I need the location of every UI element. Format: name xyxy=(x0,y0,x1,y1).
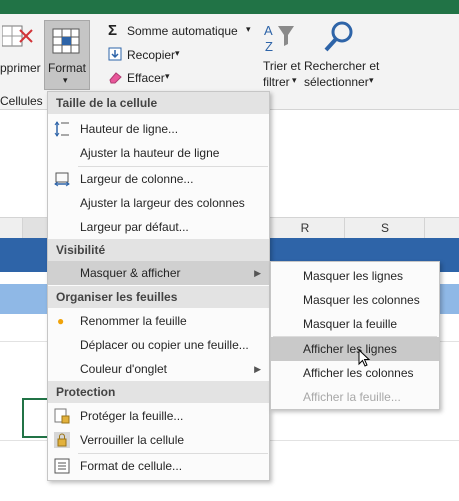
format-button-label: Format xyxy=(48,61,87,75)
menu-item-largeur-defaut[interactable]: Largeur par défaut... xyxy=(48,215,269,239)
submenu-item-label: Afficher les lignes xyxy=(303,342,397,356)
masquer-afficher-submenu: Masquer les lignes Masquer les colonnes … xyxy=(270,261,440,410)
menu-item-label: Largeur par défaut... xyxy=(80,220,189,234)
chevron-down-icon[interactable]: ▾ xyxy=(246,24,251,35)
menu-item-label: Ajuster la largeur des colonnes xyxy=(80,196,245,210)
eraser-icon xyxy=(109,72,122,84)
chevron-down-icon[interactable]: ▾ xyxy=(165,71,170,82)
sigma-icon: Σ xyxy=(108,22,118,39)
menu-item-verrouiller-cellule[interactable]: Verrouiller la cellule xyxy=(48,428,269,452)
lock-cell-icon xyxy=(54,432,70,448)
submenu-item-afficher-colonnes[interactable]: Afficher les colonnes xyxy=(271,361,439,385)
section-organiser-feuilles: Organiser les feuilles xyxy=(48,286,269,308)
menu-item-label: Format de cellule... xyxy=(80,459,183,473)
menu-item-label: Ajuster la hauteur de ligne xyxy=(80,146,220,160)
section-taille-cellule: Taille de la cellule xyxy=(48,92,269,114)
menu-item-couleur-onglet[interactable]: Couleur d'onglet ▶ xyxy=(48,357,269,381)
recopier-label[interactable]: Recopier xyxy=(127,48,175,62)
menu-item-deplacer-copier[interactable]: Déplacer ou copier une feuille... xyxy=(48,333,269,357)
trier-label-line1[interactable]: Trier et xyxy=(263,59,301,73)
menu-item-hauteur-ligne[interactable]: Hauteur de ligne... xyxy=(48,117,269,141)
chevron-down-icon[interactable]: ▾ xyxy=(292,75,297,86)
svg-text:A: A xyxy=(264,23,273,38)
menu-item-label: Hauteur de ligne... xyxy=(80,122,179,136)
chevron-right-icon: ▶ xyxy=(254,268,261,278)
svg-text:Z: Z xyxy=(265,39,273,54)
column-width-icon xyxy=(54,172,70,187)
search-icon xyxy=(324,21,353,52)
submenu-item-masquer-colonnes[interactable]: Masquer les colonnes xyxy=(271,288,439,312)
rechercher-label-line2[interactable]: sélectionner xyxy=(304,75,369,89)
mouse-cursor-icon xyxy=(358,349,371,367)
bullet-icon: ● xyxy=(57,314,65,328)
effacer-label[interactable]: Effacer xyxy=(127,71,165,85)
menu-item-label: Protéger la feuille... xyxy=(80,409,184,423)
excel-title-bar xyxy=(0,0,459,14)
menu-item-label: Couleur d'onglet xyxy=(80,362,168,376)
submenu-item-masquer-lignes[interactable]: Masquer les lignes xyxy=(271,264,439,288)
menu-item-label: Déplacer ou copier une feuille... xyxy=(80,338,249,352)
format-icon xyxy=(52,28,80,54)
format-cells-icon xyxy=(54,458,70,474)
delete-cells-icon xyxy=(2,25,33,47)
format-dropdown-menu: Taille de la cellule Hauteur de ligne...… xyxy=(47,91,270,481)
submenu-item-label: Masquer les colonnes xyxy=(303,293,420,307)
format-button[interactable]: Format ▾ xyxy=(44,20,90,90)
menu-item-label: Masquer & afficher xyxy=(80,266,181,280)
submenu-item-label: Masquer la feuille xyxy=(303,317,398,331)
section-visibilite: Visibilité xyxy=(48,239,269,261)
fill-down-icon xyxy=(108,47,122,61)
protect-sheet-icon xyxy=(54,408,70,424)
menu-item-proteger-feuille[interactable]: Protéger la feuille... xyxy=(48,404,269,428)
supprimer-button-label[interactable]: pprimer xyxy=(0,61,41,75)
rechercher-label-line1[interactable]: Rechercher et xyxy=(304,59,379,73)
column-header-r[interactable]: R xyxy=(264,218,345,238)
menu-item-largeur-colonne[interactable]: Largeur de colonne... xyxy=(48,167,269,191)
somme-automatique-label[interactable]: Somme automatique xyxy=(127,24,238,38)
menu-item-format-cellule[interactable]: Format de cellule... xyxy=(48,454,269,478)
menu-item-label: Renommer la feuille xyxy=(80,314,187,328)
trier-label-line2[interactable]: filtrer xyxy=(263,75,290,89)
sort-filter-icon: A Z xyxy=(264,23,294,54)
submenu-item-afficher-feuille: Afficher la feuille... xyxy=(271,385,439,409)
menu-item-masquer-afficher[interactable]: Masquer & afficher ▶ xyxy=(48,261,269,285)
chevron-down-icon[interactable]: ▾ xyxy=(369,75,374,86)
row-height-icon xyxy=(54,121,69,137)
submenu-item-label: Masquer les lignes xyxy=(303,269,404,283)
submenu-item-afficher-lignes[interactable]: Afficher les lignes xyxy=(271,337,439,361)
submenu-item-masquer-feuille[interactable]: Masquer la feuille xyxy=(271,312,439,336)
menu-item-ajuster-hauteur[interactable]: Ajuster la hauteur de ligne xyxy=(48,141,269,165)
menu-item-label: Largeur de colonne... xyxy=(80,172,194,186)
menu-item-renommer-feuille[interactable]: ● Renommer la feuille xyxy=(48,309,269,333)
cellules-group-label: Cellules xyxy=(0,94,43,108)
section-protection: Protection xyxy=(48,381,269,403)
chevron-down-icon: ▾ xyxy=(63,75,68,85)
menu-item-ajuster-largeur[interactable]: Ajuster la largeur des colonnes xyxy=(48,191,269,215)
chevron-right-icon: ▶ xyxy=(254,364,261,374)
column-header-t[interactable] xyxy=(424,218,459,238)
chevron-down-icon[interactable]: ▾ xyxy=(175,48,180,59)
column-header-s[interactable]: S xyxy=(344,218,425,238)
menu-item-label: Verrouiller la cellule xyxy=(80,433,185,447)
submenu-item-label: Afficher la feuille... xyxy=(303,390,401,404)
